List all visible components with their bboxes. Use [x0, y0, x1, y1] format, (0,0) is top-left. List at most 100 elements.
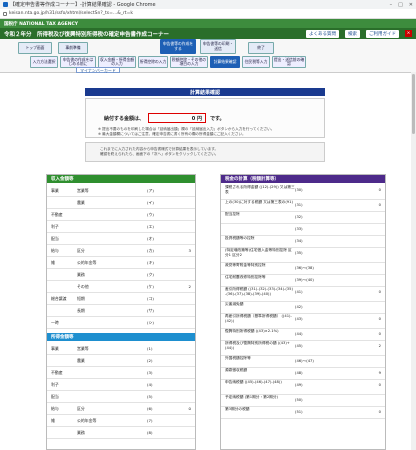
close-window-icon[interactable]: ✕: [409, 2, 413, 8]
row-group: 利子: [51, 381, 59, 387]
agency-banner: 国税庁 NATIONAL TAX AGENCY: [0, 19, 416, 28]
row-group: 事業: [51, 345, 59, 351]
row-code: (キ): [147, 259, 154, 265]
scrollbar[interactable]: [411, 72, 416, 450]
income-row: 不動産 (ウ): [47, 209, 195, 221]
row-code: (6): [147, 406, 153, 411]
step-top[interactable]: トップ画面: [18, 42, 52, 54]
step-sub-deduct[interactable]: 所得控除の入力: [138, 56, 168, 68]
tax-row-value: 0: [378, 410, 381, 414]
tax-row: 投資税額等の控除 (34): [221, 236, 385, 248]
row-group: 給与: [51, 247, 59, 253]
step-finish[interactable]: 終了: [248, 42, 274, 54]
tax-row-label: 投資税額等の控除: [225, 236, 255, 240]
tax-row: 上の(30)に対する税額 又は第三表の(91) (31) 0: [221, 200, 385, 212]
tax-row-value: 9: [378, 371, 381, 375]
tax-row-label: 配当控除: [225, 212, 240, 216]
tax-row-code: (45): [295, 344, 303, 348]
row-code: (サ): [147, 307, 154, 313]
close-icon[interactable]: ×: [405, 30, 412, 37]
row-code: (7): [147, 418, 153, 423]
help-link[interactable]: ご利用ガイド: [366, 29, 399, 38]
tax-row-value: 2: [378, 344, 381, 348]
maximize-icon[interactable]: □: [398, 2, 403, 8]
tax-row: 第3期分の税額 (51) 0: [221, 407, 385, 419]
step-print[interactable]: 申告書等の印刷・送信: [200, 39, 236, 54]
tax-row: 住宅耐震改修特別控除等 (39)〜(40): [221, 275, 385, 287]
row-code: (2): [147, 358, 153, 363]
lock-icon: [3, 11, 7, 16]
row-code: (エ): [147, 223, 154, 229]
step-sub-credit[interactable]: 税額控除・その他の項目の入力: [170, 56, 208, 68]
row-group: 雑: [51, 259, 55, 265]
income-row: 利子 (エ): [47, 221, 195, 233]
tax-row-label: 外国税額控除等: [225, 356, 251, 360]
info-box: これまでに入力された内容から申告書様式で計算結果を表示しています。 確認を終えら…: [85, 142, 325, 162]
tax-row-label: (特定増改築等)住宅借入金等特別控除 区分1 区分2: [225, 248, 292, 257]
tax-row-value: 0: [378, 290, 381, 294]
tax-row: 配当控除 (32): [221, 212, 385, 224]
payment-notes: ※ 提出不要のものを印刷した場合は「延納届出額」欄の「延納届出入力」ボタンから入…: [98, 127, 274, 137]
row-group: 配当: [51, 235, 59, 241]
row-code: (ク): [147, 271, 154, 277]
tax-row: 所得税及び復興特別所得税の額 ((43)+(44)) (45) 2: [221, 341, 385, 356]
minimize-icon[interactable]: –: [390, 2, 393, 8]
tax-row-code: (41): [295, 290, 303, 294]
row-group: 事業: [51, 187, 59, 193]
tax-row: 源泉徴収税額 (48) 9: [221, 368, 385, 380]
window-title: 【確定申告書等作成コーナー】-計算結果確認 - Google Chrome: [10, 2, 156, 8]
agency-name: 国税庁 NATIONAL TAX AGENCY: [4, 21, 79, 27]
row-label: 農業: [77, 357, 85, 363]
income-row: 雑 公的年金等 (7): [47, 415, 195, 427]
row-code: (ケ): [147, 283, 154, 289]
tax-row-label: 政党等寄附金等特別控除: [225, 263, 266, 267]
pay-label: 納付する金額は、: [104, 115, 145, 122]
income-row: 不動産 (3): [47, 367, 195, 379]
income-row: 農業 (イ): [47, 197, 195, 209]
tax-row-label: 上の(30)に対する税額 又は第三表の(91): [225, 200, 293, 204]
tax-row: 災害減免額 (42): [221, 302, 385, 314]
faq-link[interactable]: よくある質問: [306, 29, 339, 38]
tax-row-code: (30): [295, 188, 303, 192]
row-group: 利子: [51, 223, 59, 229]
row-label: 短期: [77, 295, 85, 301]
url-text[interactable]: keisan.nta.go.jp/h31/ssfo/xhtml/selectSn…: [9, 11, 133, 16]
row-code: (オ): [147, 235, 154, 241]
income-row: 給与 区分 (カ) 3: [47, 245, 195, 257]
row-code: (ア): [147, 187, 154, 193]
row-label: 区分: [77, 405, 85, 411]
row-code: (5): [147, 394, 153, 399]
address-bar[interactable]: keisan.nta.go.jp/h31/ssfo/xhtml/selectSn…: [0, 9, 416, 19]
row-group: 給与: [51, 405, 59, 411]
tax-row: 外国税額控除等 (46)〜(47): [221, 356, 385, 368]
step-prep[interactable]: 事前準備: [58, 42, 88, 54]
search-button[interactable]: 検索: [345, 29, 360, 38]
tax-row-label: 源泉徴収税額: [225, 368, 248, 372]
row-label: 業務: [77, 429, 85, 435]
note-2: ※ 最大金額欄についてはご注意、確定申告書に書く所有の欄の所得金額にご記入くださ…: [98, 132, 246, 137]
tax-row-value: 0: [378, 188, 381, 192]
scrollbar-thumb[interactable]: [412, 74, 415, 134]
tax-row-label: 所得税及び復興特別所得税の額 ((43)+(44)): [225, 341, 290, 350]
income-row: 総合譲渡 短期 (コ): [47, 293, 195, 305]
income-amount-title: 所得金額等: [47, 333, 195, 341]
window-controls[interactable]: – □ ✕: [390, 2, 413, 8]
row-value: 2: [188, 284, 191, 289]
income-row: 業務 (ク): [47, 269, 195, 281]
tax-row: 予定納税額 (第1期分・第2期分) (50): [221, 395, 385, 407]
row-label: 営業等: [77, 187, 89, 193]
step-sub-submit[interactable]: 提出・送信前の確認: [272, 56, 306, 68]
step-sub-input[interactable]: 入力方法選択: [30, 56, 58, 68]
row-code: (1): [147, 346, 153, 351]
row-group: 配当: [51, 393, 59, 399]
tax-row-value: 0: [378, 203, 381, 207]
mynumber-card-button[interactable]: マイナンバーカード: [76, 67, 120, 73]
tax-row-label: 課税される所得金額 ((12)-(29)) 又は第三表: [225, 185, 295, 194]
step-sub-resident[interactable]: 住民税等入力: [242, 56, 270, 68]
tax-panel-title: 税金の計算（税額計算等）: [221, 175, 385, 183]
tax-row-label: 予定納税額 (第1期分・第2期分): [225, 395, 278, 399]
row-code: (イ): [147, 199, 154, 205]
income-row: その他 (ケ) 2: [47, 281, 195, 293]
tax-row: 再差引所得税額（基準所得税額） ((41)-(42)) (43) 0: [221, 314, 385, 329]
tax-row: (特定増改築等)住宅借入金等特別控除 区分1 区分2 (35): [221, 248, 385, 263]
